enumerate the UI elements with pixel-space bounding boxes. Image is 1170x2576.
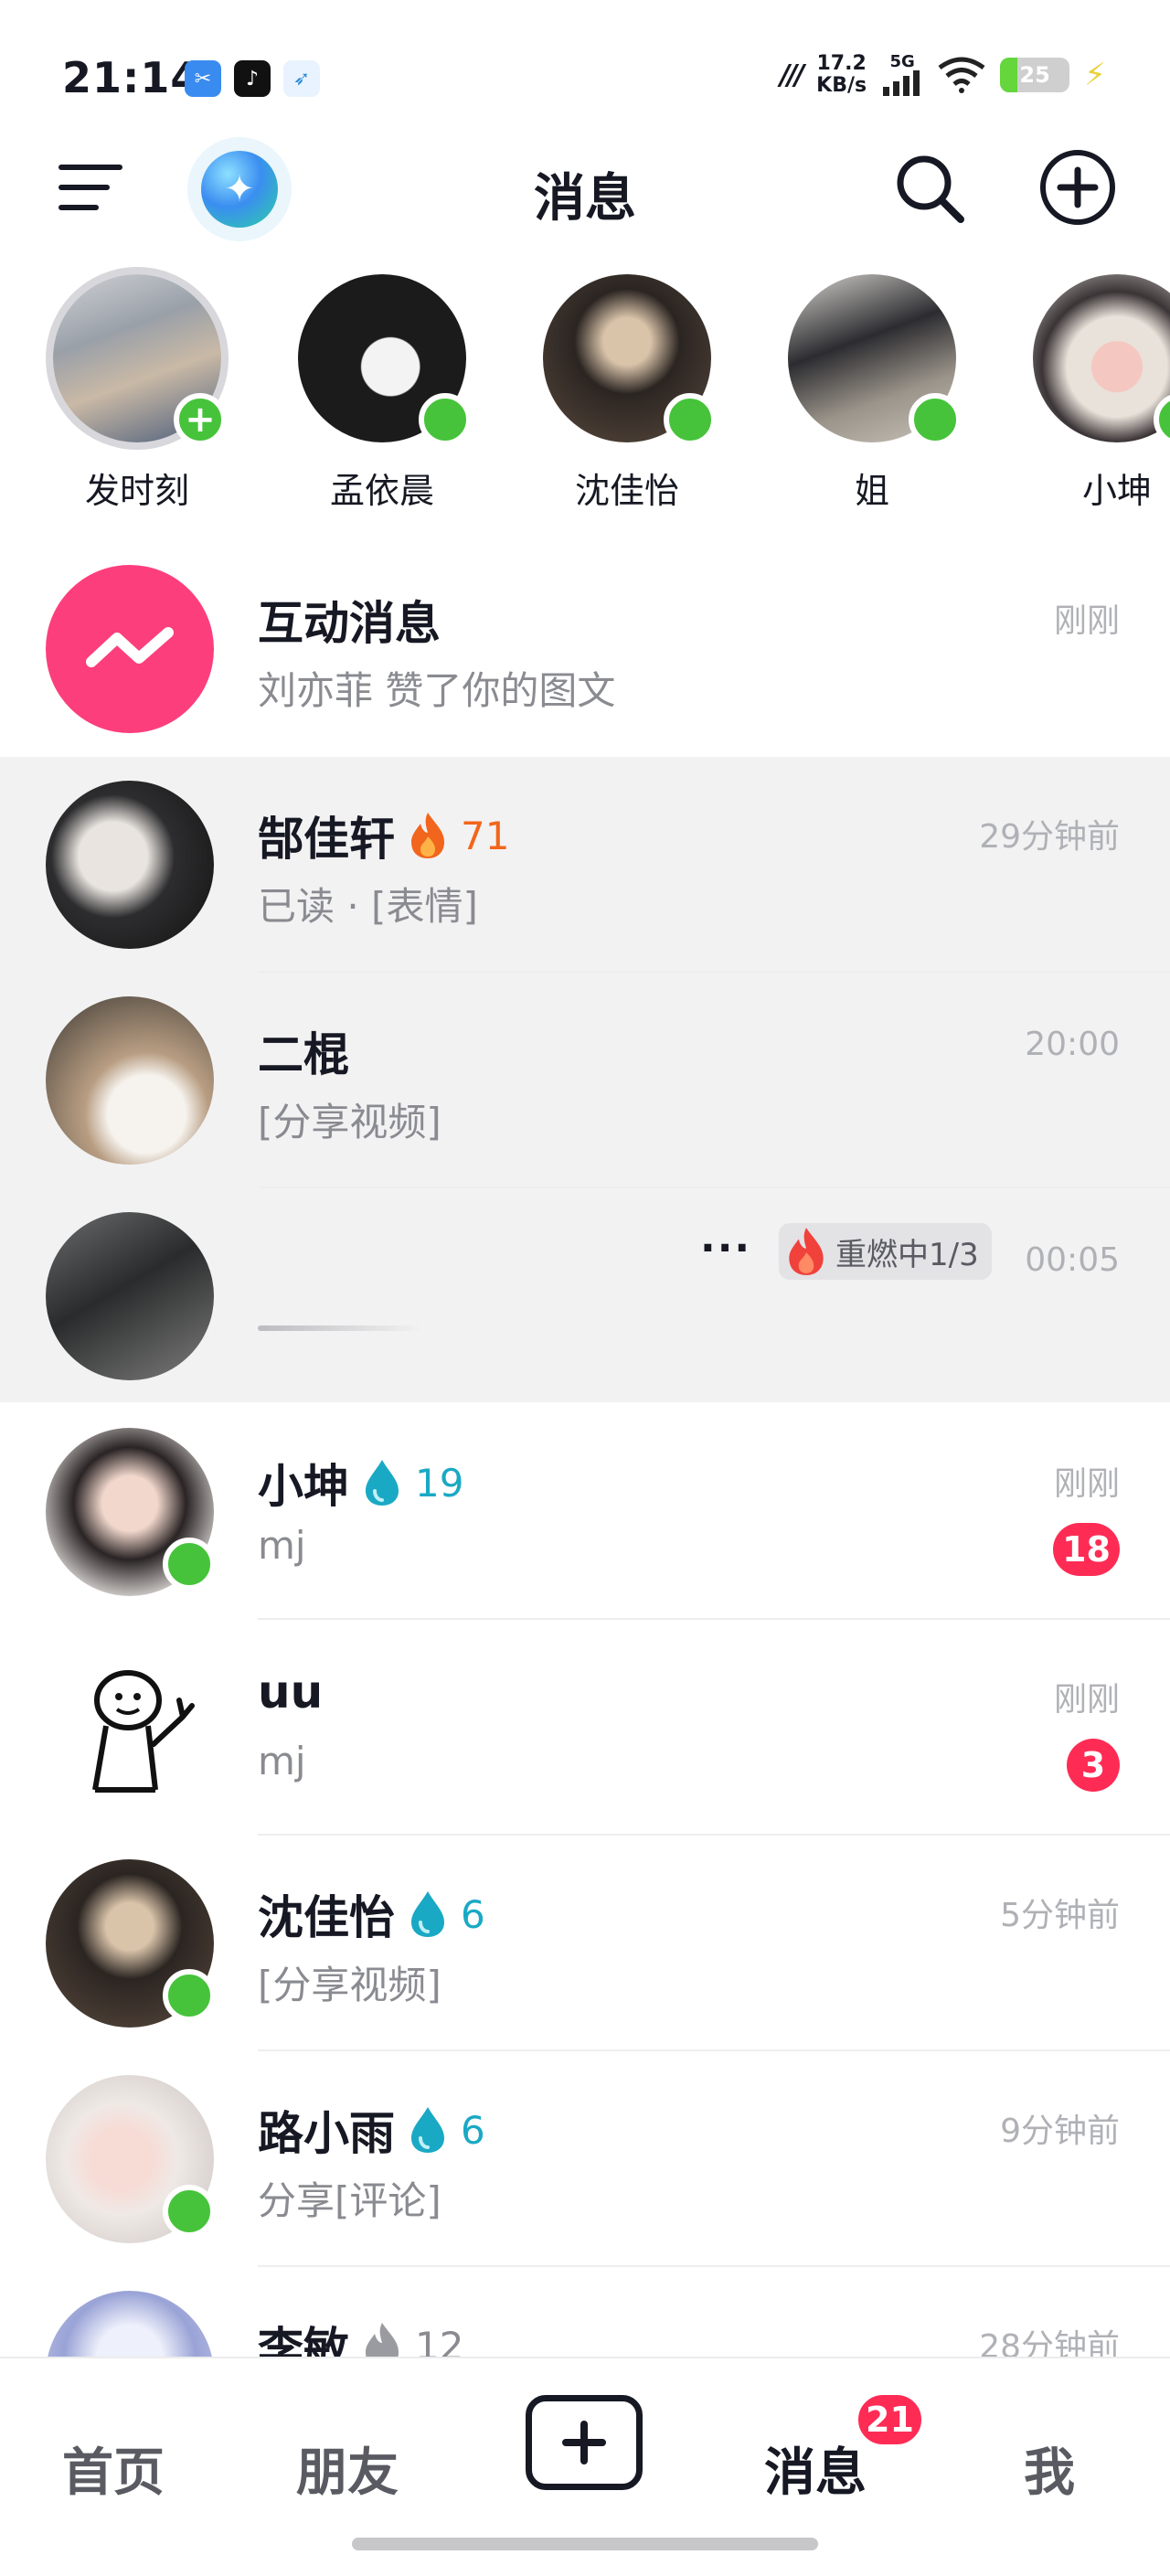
conversation-time: 9分钟前 (1000, 2113, 1120, 2150)
more-icon[interactable]: ··· (700, 1225, 751, 1272)
list-item-conversation[interactable]: 沈佳怡 6 [分享视频] 5分钟前 (0, 1836, 1170, 2051)
list-item-conversation[interactable]: 二棍 [分享视频] 20:00 (0, 973, 1170, 1188)
fire-streak-icon (411, 813, 444, 858)
tab-friends[interactable]: 朋友 (296, 2432, 399, 2506)
streak-count: 6 (461, 1891, 485, 1937)
network-speed: 17.2 KB/s (816, 52, 867, 97)
story-item-user[interactable]: 姐 (781, 274, 963, 513)
water-streak-icon (411, 2107, 444, 2153)
avatar (298, 274, 472, 446)
tab-messages[interactable]: 消息 (764, 2432, 867, 2506)
avatar (46, 781, 214, 949)
conversation-name: 小坤 (258, 1460, 349, 1513)
story-item-user[interactable]: 小坤 (1026, 274, 1170, 513)
conversation-preview: 分享[评论] (258, 2178, 441, 2223)
story-item-user[interactable]: 孟依晨 (291, 274, 473, 513)
conversation-name: 二棍 (258, 1028, 349, 1081)
story-name: 孟依晨 (329, 471, 434, 511)
add-moment-icon: + (174, 393, 227, 446)
avatar (1033, 274, 1170, 446)
conversation-preview: [分享视频] (258, 1963, 441, 2007)
conversation-name: uu (258, 1666, 324, 1719)
conversation-time: 5分钟前 (1000, 1897, 1120, 1934)
water-streak-icon (411, 1891, 444, 1937)
messages-unread-badge: 21 (855, 2391, 925, 2448)
tab-home[interactable]: 首页 (62, 2432, 165, 2506)
online-status-dot (163, 2185, 216, 2238)
battery-indicator: 25 (1000, 58, 1070, 92)
page-title: 消息 (534, 169, 636, 229)
avatar (543, 274, 717, 446)
conversation-time: 刚刚 (1053, 602, 1120, 640)
avatar (46, 996, 214, 1165)
conversation-time: 00:05 (1025, 1241, 1120, 1279)
search-icon[interactable] (891, 150, 968, 227)
status-time: 21:14 (62, 53, 201, 102)
story-name: 发时刻 (84, 471, 189, 511)
home-indicator (352, 2538, 818, 2550)
conversation-preview: 刘亦菲 赞了你的图文 (258, 668, 616, 713)
online-status-dot (664, 393, 717, 446)
unread-badge: 18 (1053, 1523, 1120, 1576)
story-item-moment[interactable]: + 发时刻 (46, 274, 229, 513)
streak-count: 6 (461, 2107, 485, 2153)
avatar (788, 274, 962, 446)
story-name: 小坤 (1081, 471, 1152, 511)
streak-count: 19 (415, 1460, 464, 1506)
tiktok-notification-icon: ♪ (234, 60, 271, 97)
signal-icon: 5G (881, 54, 923, 96)
water-streak-icon (366, 1460, 399, 1506)
story-name: 姐 (854, 471, 889, 511)
online-status-dot (163, 1969, 216, 2022)
unread-badge: 3 (1067, 1739, 1120, 1792)
avatar (46, 1644, 214, 1812)
header: ✦ 消息 (0, 137, 1170, 241)
wifi-icon (938, 57, 985, 93)
list-item-conversation[interactable]: 小坤 19 mj 刚刚 18 (0, 1404, 1170, 1620)
tab-me[interactable]: 我 (1024, 2432, 1075, 2506)
list-item-conversation[interactable]: ··· 重燃中1/3 00:05 (0, 1188, 1170, 1404)
conversation-name: 沈佳怡 (258, 1891, 395, 1944)
avatar (46, 1212, 214, 1380)
preview-placeholder (258, 1325, 422, 1331)
story-name: 沈佳怡 (574, 471, 679, 511)
conversation-name: 路小雨 (258, 2107, 395, 2160)
conversation-time: 20:00 (1025, 1026, 1120, 1063)
conversation-preview: [分享视频] (258, 1100, 441, 1144)
conversation-name: 互动消息 (258, 597, 441, 650)
conversation-preview: mj (258, 1739, 306, 1783)
rekindle-tag[interactable]: 重燃中1/3 (779, 1223, 992, 1280)
online-status-dot (163, 1538, 216, 1591)
interactions-icon (46, 565, 214, 733)
story-item-user[interactable]: 沈佳怡 (536, 274, 718, 513)
online-status-dot (909, 393, 962, 446)
charging-icon: ⚡ (1084, 57, 1106, 93)
plus-circle-icon[interactable] (1038, 148, 1117, 227)
conversation-preview: mj (258, 1523, 306, 1568)
status-bar: 21:14 ✂ ♪ ➶ /// 17.2 KB/s 5G 25 ⚡ (0, 0, 1170, 137)
nfc-icon: /// (780, 59, 804, 91)
plus-square-icon[interactable] (526, 2395, 643, 2490)
feishu-notification-icon: ➶ (283, 60, 320, 97)
conversation-time: 刚刚 (1053, 1465, 1120, 1503)
rekindle-fire-icon (789, 1228, 824, 1275)
conversation-time: 刚刚 (1053, 1681, 1120, 1719)
conversation-time: 29分钟前 (979, 818, 1120, 856)
list-item-conversation[interactable]: 郜佳轩 71 已读 · [表情] 29分钟前 (0, 757, 1170, 973)
app-notification-icon: ✂ (185, 60, 221, 97)
list-item-conversation[interactable]: 路小雨 6 分享[评论] 9分钟前 (0, 2051, 1170, 2267)
avatar: + (53, 274, 227, 446)
online-status-dot (419, 393, 472, 446)
conversation-name: 郜佳轩 (258, 813, 395, 866)
list-item-conversation[interactable]: uu mj 刚刚 3 (0, 1620, 1170, 1836)
streak-count: 71 (461, 813, 510, 858)
list-item-interactions[interactable]: 互动消息 刘亦菲 赞了你的图文 刚刚 (0, 541, 1170, 757)
conversation-preview: 已读 · [表情] (258, 884, 478, 929)
